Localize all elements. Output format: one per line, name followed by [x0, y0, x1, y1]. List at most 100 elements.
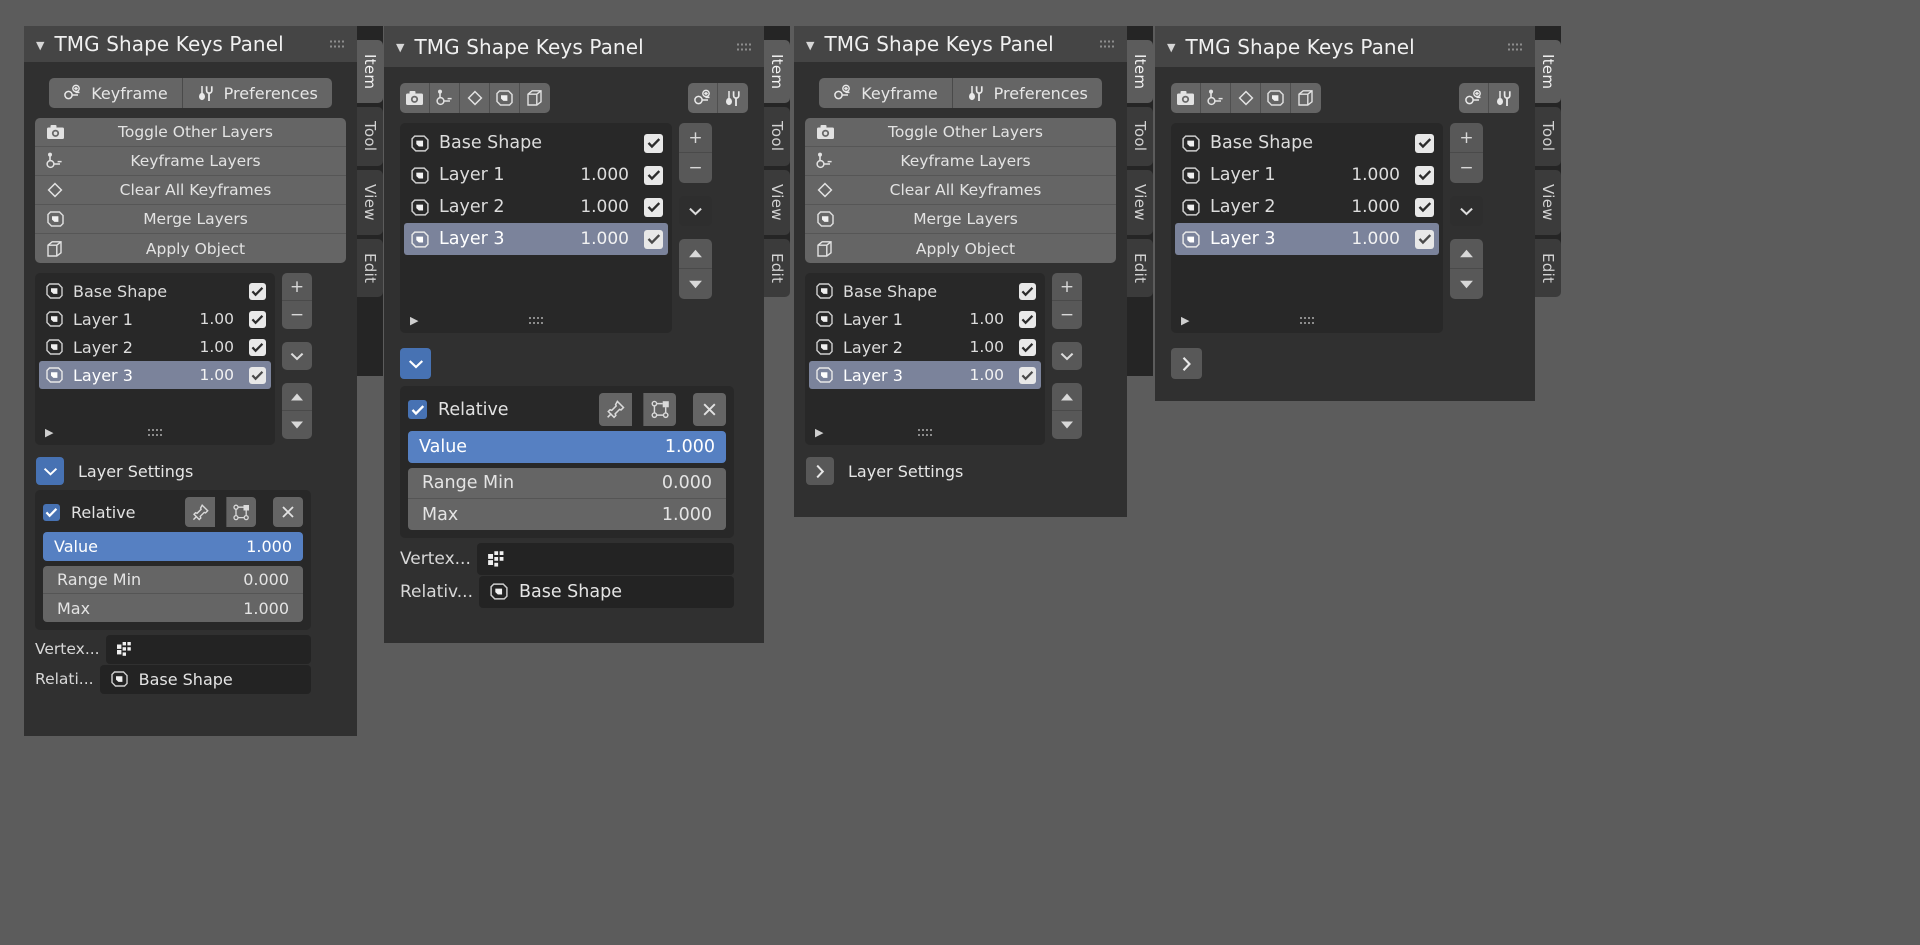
- panel-grip-icon[interactable]: [329, 39, 345, 49]
- panel-collapse-triangle-icon[interactable]: ▼: [1167, 42, 1175, 53]
- chevron-down-icon[interactable]: [679, 196, 712, 226]
- list-item[interactable]: Layer 3 1.000: [1175, 223, 1439, 255]
- value-slider[interactable]: Value 1.000: [408, 431, 726, 463]
- pin-icon[interactable]: [599, 393, 632, 426]
- move-down-button[interactable]: [679, 269, 712, 299]
- range-min-field[interactable]: Range Min 0.000: [408, 468, 726, 499]
- apply-object-button[interactable]: Apply Object: [805, 234, 1116, 263]
- keyframe-layers-button[interactable]: Keyframe Layers: [805, 147, 1116, 176]
- bounds-select-icon[interactable]: [226, 497, 256, 527]
- tab-tool[interactable]: Tool: [357, 107, 383, 166]
- list-item-value[interactable]: 1.00: [969, 310, 1004, 328]
- layer-list[interactable]: Base Shape Layer 1 1.00 Layer 2 1.00 Lay…: [35, 273, 275, 445]
- close-icon[interactable]: [273, 497, 303, 527]
- list-item[interactable]: Layer 1 1.00: [39, 305, 271, 333]
- list-item[interactable]: Layer 2 1.000: [404, 191, 668, 223]
- add-layer-button[interactable]: +: [1450, 123, 1483, 153]
- list-item-checkbox[interactable]: [644, 197, 663, 217]
- panel-collapse-triangle-icon[interactable]: ▼: [36, 40, 44, 51]
- remove-layer-button[interactable]: −: [1052, 301, 1082, 329]
- clear-all-keyframes-button[interactable]: Clear All Keyframes: [805, 176, 1116, 205]
- list-item[interactable]: Base Shape: [404, 127, 668, 159]
- range-max-field[interactable]: Max 1.000: [408, 499, 726, 530]
- pin-icon[interactable]: [185, 497, 215, 527]
- move-up-button[interactable]: [1450, 239, 1483, 269]
- tab-edit[interactable]: Edit: [1535, 238, 1561, 297]
- panel-collapse-triangle-icon[interactable]: ▼: [806, 40, 814, 51]
- panel-3-header[interactable]: ▼ TMG Shape Keys Panel: [794, 26, 1127, 62]
- list-item-checkbox[interactable]: [1019, 366, 1036, 384]
- chevron-down-icon[interactable]: [1450, 196, 1483, 226]
- layer-list[interactable]: Base Shape Layer 1 1.000 Layer 2 1.000 L…: [1171, 123, 1443, 333]
- list-item-checkbox[interactable]: [249, 366, 266, 384]
- chevron-down-icon[interactable]: [1052, 342, 1082, 370]
- layer-settings-header[interactable]: [1171, 348, 1519, 379]
- tab-item[interactable]: Item: [357, 40, 383, 104]
- remove-layer-button[interactable]: −: [679, 153, 712, 183]
- move-up-button[interactable]: [1052, 383, 1082, 411]
- toggle-other-layers-button[interactable]: Toggle Other Layers: [805, 118, 1116, 147]
- list-resize-grip-icon[interactable]: [917, 427, 933, 437]
- layer-settings-toggle[interactable]: [806, 457, 834, 485]
- panel-2-header[interactable]: ▼ TMG Shape Keys Panel: [384, 26, 764, 67]
- tab-item[interactable]: Item: [1535, 40, 1561, 104]
- keyframe-button[interactable]: Keyframe: [49, 78, 182, 108]
- panel-grip-icon[interactable]: [1099, 39, 1115, 49]
- move-up-button[interactable]: [282, 383, 312, 411]
- list-item-checkbox[interactable]: [1415, 197, 1434, 217]
- clear-all-keyframes-button[interactable]: [460, 83, 490, 113]
- panel-grip-icon[interactable]: [1507, 42, 1523, 51]
- layer-settings-header[interactable]: [400, 348, 748, 379]
- apply-object-button[interactable]: [1291, 83, 1321, 113]
- panel-4-header[interactable]: ▼ TMG Shape Keys Panel: [1155, 26, 1535, 67]
- clear-all-keyframes-button[interactable]: Clear All Keyframes: [35, 176, 346, 205]
- toggle-other-layers-button[interactable]: Toggle Other Layers: [35, 118, 346, 147]
- layer-settings-header[interactable]: Layer Settings: [36, 457, 346, 485]
- panel-1-header[interactable]: ▼ TMG Shape Keys Panel: [24, 26, 357, 62]
- move-down-button[interactable]: [1052, 411, 1082, 439]
- list-resize-grip-icon[interactable]: [147, 427, 163, 437]
- list-item-checkbox[interactable]: [644, 229, 663, 249]
- layer-list[interactable]: Base Shape Layer 1 1.000 Layer 2 1.000 L…: [400, 123, 672, 333]
- list-item-value[interactable]: 1.000: [1351, 165, 1400, 185]
- keyframe-layers-button[interactable]: Keyframe Layers: [35, 147, 346, 176]
- tab-view[interactable]: View: [764, 169, 790, 235]
- bounds-select-icon[interactable]: [643, 393, 676, 426]
- range-max-field[interactable]: Max 1.000: [43, 594, 303, 622]
- list-item[interactable]: Layer 3 1.00: [39, 361, 271, 389]
- relative-checkbox[interactable]: [408, 400, 427, 419]
- list-item-checkbox[interactable]: [644, 165, 663, 185]
- preferences-button[interactable]: [718, 83, 748, 113]
- layer-settings-header[interactable]: Layer Settings: [806, 457, 1116, 485]
- list-filter-expand-icon[interactable]: ▶: [45, 426, 53, 439]
- remove-layer-button[interactable]: −: [1450, 153, 1483, 183]
- panel-collapse-triangle-icon[interactable]: ▼: [396, 42, 404, 53]
- tab-view[interactable]: View: [1127, 169, 1153, 235]
- toggle-other-layers-button[interactable]: [1171, 83, 1201, 113]
- list-item-checkbox[interactable]: [249, 282, 266, 300]
- toggle-other-layers-button[interactable]: [400, 83, 430, 113]
- list-item-value[interactable]: 1.00: [199, 366, 234, 384]
- list-item-value[interactable]: 1.00: [199, 310, 234, 328]
- list-filter-expand-icon[interactable]: ▶: [815, 426, 823, 439]
- list-item[interactable]: Base Shape: [809, 277, 1041, 305]
- list-item[interactable]: Layer 1 1.00: [809, 305, 1041, 333]
- list-filter-expand-icon[interactable]: ▶: [1181, 314, 1189, 327]
- list-item-value[interactable]: 1.000: [580, 197, 629, 217]
- relative-checkbox[interactable]: [43, 503, 60, 521]
- tab-item[interactable]: Item: [1127, 40, 1153, 104]
- list-item-value[interactable]: 1.000: [1351, 229, 1400, 249]
- close-icon[interactable]: [693, 393, 726, 426]
- range-min-field[interactable]: Range Min 0.000: [43, 566, 303, 594]
- preferences-button[interactable]: Preferences: [951, 78, 1102, 108]
- clear-all-keyframes-button[interactable]: [1231, 83, 1261, 113]
- list-item-value[interactable]: 1.000: [1351, 197, 1400, 217]
- panel-grip-icon[interactable]: [736, 42, 752, 51]
- move-down-button[interactable]: [1450, 269, 1483, 299]
- vertex-group-field[interactable]: [105, 634, 311, 664]
- list-item[interactable]: Layer 1 1.000: [1175, 159, 1439, 191]
- list-item-checkbox[interactable]: [644, 133, 663, 153]
- list-item[interactable]: Layer 2 1.000: [1175, 191, 1439, 223]
- list-filter-expand-icon[interactable]: ▶: [410, 314, 418, 327]
- keyframe-button[interactable]: [688, 83, 718, 113]
